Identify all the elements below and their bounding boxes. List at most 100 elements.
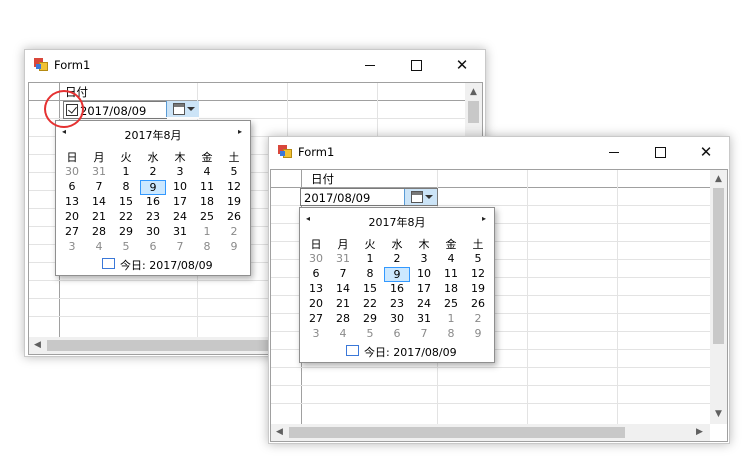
calendar-day[interactable]: 4	[194, 165, 220, 178]
calendar-day[interactable]: 25	[438, 297, 464, 310]
calendar-day[interactable]: 17	[167, 195, 193, 208]
calendar-day[interactable]: 20	[303, 297, 329, 310]
calendar-day[interactable]: 16	[384, 282, 410, 295]
calendar-day[interactable]: 14	[86, 195, 112, 208]
calendar-day[interactable]: 4	[86, 240, 112, 253]
scroll-right-icon[interactable]: ▶	[691, 426, 708, 438]
date-picker-dropdown[interactable]	[166, 101, 199, 119]
close-button[interactable]: ✕	[439, 50, 485, 80]
calendar-day[interactable]: 12	[221, 180, 247, 193]
today-link[interactable]: 今日: 2017/08/09	[364, 344, 457, 360]
calendar-day[interactable]: 18	[438, 282, 464, 295]
calendar-day[interactable]: 21	[330, 297, 356, 310]
calendar-day[interactable]: 31	[86, 165, 112, 178]
calendar-day[interactable]: 6	[59, 180, 85, 193]
calendar-day[interactable]: 19	[221, 195, 247, 208]
dropdown-button[interactable]	[404, 189, 437, 205]
calendar-month-title[interactable]: 2017年8月	[96, 127, 210, 143]
calendar-day[interactable]: 24	[167, 210, 193, 223]
calendar-day[interactable]: 1	[357, 252, 383, 265]
calendar-day[interactable]: 7	[167, 240, 193, 253]
scroll-up-icon[interactable]: ▲	[465, 86, 482, 98]
calendar-day[interactable]: 21	[86, 210, 112, 223]
calendar-day[interactable]: 23	[140, 210, 166, 223]
calendar-day[interactable]: 26	[465, 297, 491, 310]
calendar-day[interactable]: 26	[221, 210, 247, 223]
calendar-day[interactable]: 5	[113, 240, 139, 253]
calendar-day[interactable]: 9	[221, 240, 247, 253]
vertical-scroll-thumb[interactable]	[468, 101, 479, 123]
calendar-day[interactable]: 4	[330, 327, 356, 340]
maximize-button[interactable]	[637, 137, 683, 167]
scroll-down-icon[interactable]: ▼	[710, 408, 727, 420]
calendar-day[interactable]: 30	[140, 225, 166, 238]
calendar-day[interactable]: 10	[167, 180, 193, 193]
calendar-day-selected[interactable]: 9	[384, 267, 410, 282]
close-button[interactable]: ✕	[683, 137, 729, 167]
title-bar[interactable]: Form1 ✕	[25, 50, 485, 80]
calendar-day[interactable]: 6	[384, 327, 410, 340]
calendar-day[interactable]: 25	[194, 210, 220, 223]
calendar-day[interactable]: 27	[59, 225, 85, 238]
scroll-left-icon[interactable]: ◀	[271, 426, 288, 438]
calendar-day[interactable]: 29	[357, 312, 383, 325]
calendar-day[interactable]: 1	[113, 165, 139, 178]
calendar-day[interactable]: 2	[465, 312, 491, 325]
next-month-icon[interactable]: ▸	[482, 214, 486, 223]
calendar-day[interactable]: 28	[86, 225, 112, 238]
calendar-day[interactable]: 8	[194, 240, 220, 253]
calendar-day[interactable]: 30	[303, 252, 329, 265]
calendar-day[interactable]: 4	[438, 252, 464, 265]
calendar-day[interactable]: 6	[303, 267, 329, 280]
previous-month-icon[interactable]: ◂	[306, 214, 310, 223]
minimize-button[interactable]	[591, 137, 637, 167]
calendar-day[interactable]: 28	[330, 312, 356, 325]
date-value[interactable]: 2017/08/09	[80, 104, 146, 118]
calendar-day[interactable]: 23	[384, 297, 410, 310]
horizontal-scroll-thumb[interactable]	[289, 427, 625, 438]
maximize-button[interactable]	[393, 50, 439, 80]
calendar-day[interactable]: 30	[59, 165, 85, 178]
calendar-day[interactable]: 2	[140, 165, 166, 178]
calendar-day[interactable]: 24	[411, 297, 437, 310]
today-link[interactable]: 今日: 2017/08/09	[120, 257, 213, 273]
calendar-day-selected[interactable]: 9	[140, 180, 166, 195]
calendar-day[interactable]: 18	[194, 195, 220, 208]
calendar-day[interactable]: 2	[221, 225, 247, 238]
calendar-day[interactable]: 27	[303, 312, 329, 325]
calendar-day[interactable]: 10	[411, 267, 437, 280]
vertical-scroll-thumb[interactable]	[713, 188, 724, 344]
previous-month-icon[interactable]: ◂	[62, 127, 66, 136]
calendar-day[interactable]: 11	[438, 267, 464, 280]
calendar-day[interactable]: 8	[438, 327, 464, 340]
calendar-day[interactable]: 22	[113, 210, 139, 223]
calendar-day[interactable]: 31	[167, 225, 193, 238]
vertical-scrollbar[interactable]: ▲ ▼	[710, 170, 727, 424]
calendar-day[interactable]: 1	[438, 312, 464, 325]
date-value[interactable]: 2017/08/09	[304, 191, 370, 205]
calendar-day[interactable]: 13	[303, 282, 329, 295]
calendar-day[interactable]: 7	[86, 180, 112, 193]
calendar-day[interactable]: 22	[357, 297, 383, 310]
month-calendar-popup[interactable]: ◂ ▸ 2017年8月日月火水木金土 30 31 1 2 3 4 5 6 7 8 9 10 11 12 13 14 1…	[55, 120, 251, 276]
calendar-day[interactable]: 14	[330, 282, 356, 295]
minimize-button[interactable]	[347, 50, 393, 80]
calendar-day[interactable]: 7	[330, 267, 356, 280]
calendar-day[interactable]: 1	[194, 225, 220, 238]
dropdown-button[interactable]	[166, 101, 199, 117]
calendar-day[interactable]: 30	[384, 312, 410, 325]
calendar-day[interactable]: 3	[59, 240, 85, 253]
calendar-day[interactable]: 8	[357, 267, 383, 280]
calendar-day[interactable]: 19	[465, 282, 491, 295]
calendar-day[interactable]: 5	[465, 252, 491, 265]
calendar-month-title[interactable]: 2017年8月	[340, 214, 454, 230]
calendar-day[interactable]: 7	[411, 327, 437, 340]
calendar-day[interactable]: 31	[411, 312, 437, 325]
calendar-day[interactable]: 5	[357, 327, 383, 340]
calendar-day[interactable]: 3	[303, 327, 329, 340]
calendar-day[interactable]: 11	[194, 180, 220, 193]
calendar-day[interactable]: 12	[465, 267, 491, 280]
calendar-day[interactable]: 16	[140, 195, 166, 208]
calendar-day[interactable]: 9	[465, 327, 491, 340]
calendar-day[interactable]: 13	[59, 195, 85, 208]
